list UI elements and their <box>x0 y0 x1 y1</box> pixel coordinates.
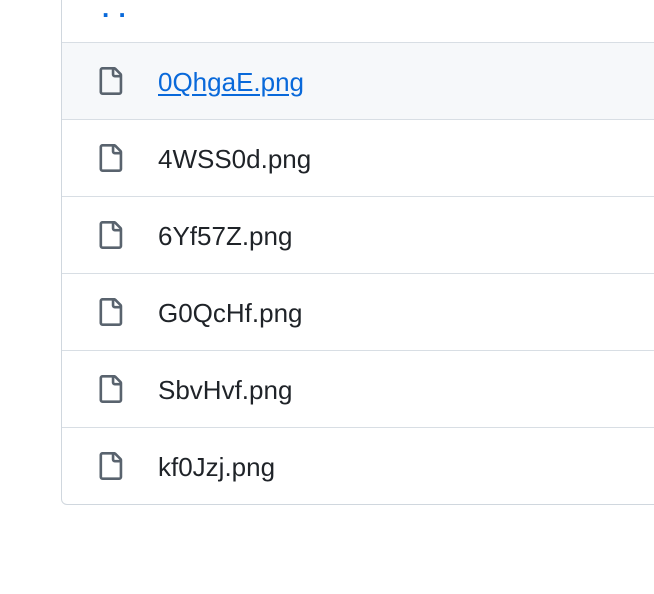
file-icon <box>96 144 124 172</box>
file-name-link[interactable]: 0QhgaE.png <box>158 67 304 97</box>
parent-directory-link[interactable]: . . <box>102 0 127 21</box>
parent-directory-row[interactable]: . . <box>62 0 654 42</box>
file-icon <box>96 221 124 249</box>
file-row[interactable]: G0QcHf.png <box>62 273 654 350</box>
file-row[interactable]: kf0Jzj.png <box>62 427 654 504</box>
file-row[interactable]: 0QhgaE.png <box>62 42 654 119</box>
file-icon <box>96 452 124 480</box>
file-name-link[interactable]: 6Yf57Z.png <box>158 221 292 251</box>
file-row[interactable]: 6Yf57Z.png <box>62 196 654 273</box>
file-name-link[interactable]: 4WSS0d.png <box>158 144 311 174</box>
file-list-table: . . 0QhgaE.png 4WSS0d.png 6Yf57Z.png G0Q… <box>61 0 654 505</box>
file-icon <box>96 298 124 326</box>
file-icon <box>96 67 124 95</box>
file-row[interactable]: 4WSS0d.png <box>62 119 654 196</box>
file-name-link[interactable]: SbvHvf.png <box>158 375 292 405</box>
file-row[interactable]: SbvHvf.png <box>62 350 654 427</box>
file-name-link[interactable]: G0QcHf.png <box>158 298 303 328</box>
file-name-link[interactable]: kf0Jzj.png <box>158 452 275 482</box>
file-icon <box>96 375 124 403</box>
